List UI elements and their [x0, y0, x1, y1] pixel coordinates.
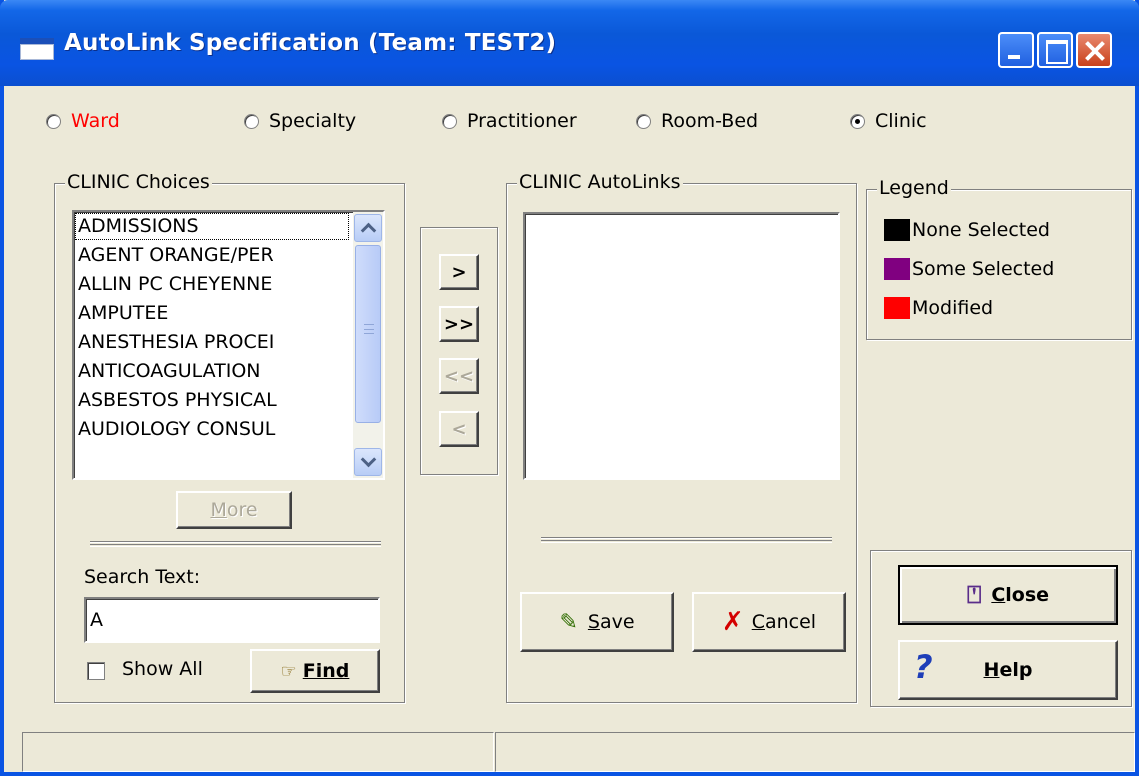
choice-list-item[interactable]: ADMISSIONS: [74, 212, 350, 241]
help-button-label: Help: [983, 659, 1033, 681]
close-button[interactable]: ⍞ Close: [898, 565, 1118, 625]
radio-practitioner[interactable]: Practitioner: [442, 110, 577, 132]
search-input[interactable]: A: [84, 597, 380, 643]
grip-icon: [364, 324, 374, 334]
cancel-label-rest: ancel: [764, 611, 817, 633]
legend-modified: Modified: [884, 297, 993, 319]
autolink-window: AutoLink Specification (Team: TEST2) War…: [0, 0, 1139, 776]
status-panel-left: [22, 732, 494, 772]
more-label-rest: ore: [226, 499, 258, 521]
radio-room-bed-dot[interactable]: [636, 113, 651, 129]
none-selected-swatch: [884, 219, 910, 241]
scroll-up-icon[interactable]: [354, 214, 382, 242]
remove-selected-button[interactable]: <: [439, 411, 479, 447]
radio-clinic[interactable]: Clinic: [850, 110, 927, 132]
minimize-button[interactable]: [998, 32, 1034, 68]
radio-specialty-label: Specialty: [269, 110, 357, 132]
help-button[interactable]: ? Help: [898, 640, 1118, 700]
save-button[interactable]: ✎ Save: [520, 592, 674, 652]
close-label-rest: lose: [1005, 584, 1050, 606]
clinic-autolinks-list[interactable]: [523, 212, 840, 480]
link-type-radio-group: Ward Specialty Practitioner Room-Bed Cli…: [4, 110, 1135, 140]
save-icon: ✎: [559, 609, 578, 635]
clinic-choices-list[interactable]: ADMISSIONS AGENT ORANGE/PER ALLIN PC CHEYE…: [72, 210, 385, 480]
cancel-x-icon: ✗: [721, 607, 744, 637]
add-all-button[interactable]: >>: [439, 306, 479, 342]
radio-ward-label: Ward: [71, 110, 120, 132]
find-button[interactable]: ☞ Find: [250, 649, 380, 693]
choice-list-item[interactable]: AMPUTEE: [74, 299, 350, 328]
scroll-down-icon[interactable]: [354, 448, 382, 476]
legend-some-selected: Some Selected: [884, 258, 1054, 280]
maximize-button[interactable]: [1037, 32, 1073, 68]
scroll-thumb[interactable]: [355, 245, 381, 423]
more-button-label: More: [210, 499, 258, 521]
choice-list-item[interactable]: ASBESTOS PHYSICAL: [74, 386, 350, 415]
window-title: AutoLink Specification (Team: TEST2): [64, 30, 557, 56]
radio-practitioner-dot[interactable]: [442, 113, 457, 129]
choice-list-item[interactable]: ALLIN PC CHEYENNE: [74, 270, 350, 299]
choice-list-item[interactable]: ANESTHESIA PROCEI: [74, 328, 350, 357]
modified-label: Modified: [912, 297, 994, 319]
radio-room-bed-label: Room-Bed: [661, 110, 759, 132]
radio-ward-dot[interactable]: [46, 113, 61, 129]
radio-clinic-label: Clinic: [875, 110, 927, 132]
show-all-label: Show All: [122, 658, 203, 680]
some-selected-label: Some Selected: [912, 258, 1055, 280]
door-icon: ⍞: [966, 581, 982, 609]
more-button[interactable]: More: [176, 491, 292, 529]
modified-swatch: [884, 297, 910, 319]
clinic-autolinks-label: CLINIC AutoLinks: [517, 171, 683, 193]
choice-list-item[interactable]: AGENT ORANGE/PER: [74, 241, 350, 270]
save-button-label: Save: [587, 611, 635, 633]
none-selected-label: None Selected: [912, 219, 1050, 241]
radio-practitioner-label: Practitioner: [467, 110, 577, 132]
search-text-label: Search Text:: [84, 566, 201, 588]
choice-list-item[interactable]: ANTICOAGULATION: [74, 357, 350, 386]
save-label-rest: ave: [599, 611, 635, 633]
radio-clinic-dot[interactable]: [850, 113, 865, 129]
radio-room-bed[interactable]: Room-Bed: [636, 110, 758, 132]
remove-all-button[interactable]: <<: [439, 358, 479, 394]
legend-label: Legend: [877, 177, 951, 199]
title-bar[interactable]: AutoLink Specification (Team: TEST2): [0, 0, 1139, 86]
choice-list-item[interactable]: AUDIOLOGY CONSUL: [74, 415, 350, 444]
window-icon: [20, 38, 54, 60]
status-panel-right: [495, 732, 1135, 772]
legend-none-selected: None Selected: [884, 219, 1050, 241]
some-selected-swatch: [884, 258, 910, 280]
cancel-button[interactable]: ✗ Cancel: [692, 592, 846, 652]
close-button-label: Close: [991, 584, 1050, 606]
radio-specialty[interactable]: Specialty: [244, 110, 356, 132]
find-hand-icon: ☞: [280, 660, 297, 682]
question-icon: ?: [914, 648, 933, 686]
radio-ward[interactable]: Ward: [46, 110, 120, 132]
close-window-button[interactable]: [1076, 32, 1112, 68]
radio-specialty-dot[interactable]: [244, 113, 259, 129]
add-selected-button[interactable]: >: [439, 254, 479, 290]
help-label-rest: elp: [999, 659, 1033, 681]
choices-scrollbar[interactable]: [353, 212, 383, 478]
autolinks-separator: [541, 537, 832, 543]
find-button-label: Find: [302, 660, 350, 682]
cancel-button-label: Cancel: [751, 611, 817, 633]
clinic-choices-label: CLINIC Choices: [65, 171, 212, 193]
show-all-checkbox[interactable]: [87, 662, 105, 680]
choices-separator: [90, 541, 381, 547]
